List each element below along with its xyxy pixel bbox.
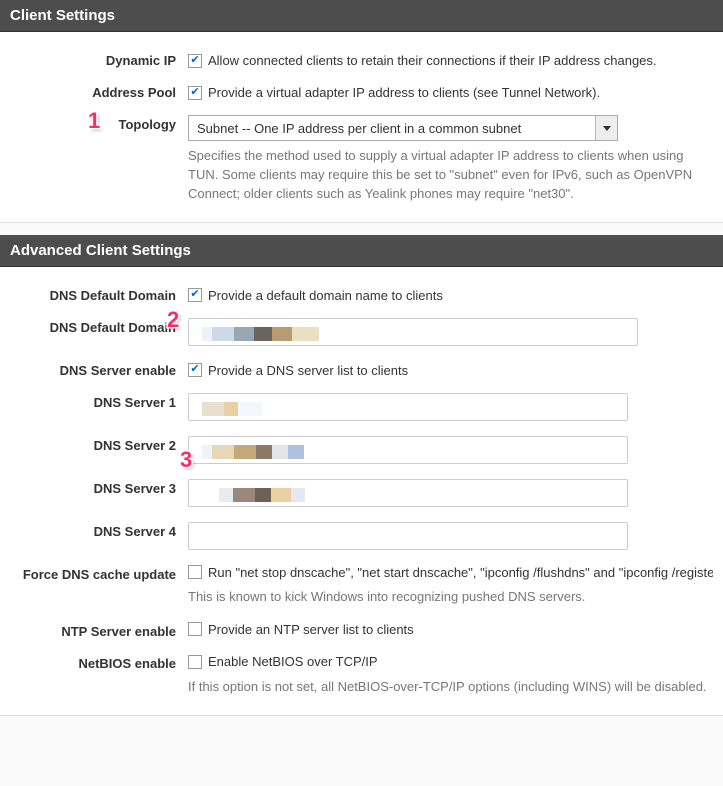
address-pool-checkbox[interactable] bbox=[188, 86, 202, 100]
dns-server-3-row: DNS Server 3 bbox=[0, 470, 723, 513]
dns-server-1-label: DNS Server 1 bbox=[0, 390, 188, 410]
redacted-value bbox=[202, 402, 262, 416]
dns-default-domain-enable-checkbox[interactable] bbox=[188, 288, 202, 302]
dns-server-enable-checkbox-label: Provide a DNS server list to clients bbox=[208, 363, 408, 378]
netbios-enable-checkbox-label: Enable NetBIOS over TCP/IP bbox=[208, 654, 378, 669]
redacted-value bbox=[202, 327, 319, 341]
force-dns-cache-row: Force DNS cache update Run "net stop dns… bbox=[0, 556, 723, 613]
advanced-settings-header: Advanced Client Settings bbox=[0, 235, 723, 267]
dns-default-domain-enable-row: DNS Default Domain Provide a default dom… bbox=[0, 277, 723, 309]
dns-server-enable-label: DNS Server enable bbox=[0, 358, 188, 378]
dns-default-domain-enable-checkbox-label: Provide a default domain name to clients bbox=[208, 288, 443, 303]
ntp-enable-label: NTP Server enable bbox=[0, 619, 188, 639]
address-pool-checkbox-label: Provide a virtual adapter IP address to … bbox=[208, 85, 600, 100]
dns-default-domain-enable-label: DNS Default Domain bbox=[0, 283, 188, 303]
force-dns-cache-checkbox[interactable] bbox=[188, 565, 202, 579]
ntp-enable-checkbox-label: Provide an NTP server list to clients bbox=[208, 622, 414, 637]
dns-default-domain-row: 2 DNS Default Domain bbox=[0, 309, 723, 352]
netbios-enable-help: If this option is not set, all NetBIOS-o… bbox=[188, 678, 713, 697]
netbios-enable-row: NetBIOS enable Enable NetBIOS over TCP/I… bbox=[0, 645, 723, 702]
dns-default-domain-input[interactable] bbox=[188, 318, 638, 346]
client-settings-header: Client Settings bbox=[0, 0, 723, 32]
dynamic-ip-row: Dynamic IP Allow connected clients to re… bbox=[0, 42, 723, 74]
redacted-value bbox=[219, 488, 305, 502]
dynamic-ip-label: Dynamic IP bbox=[0, 48, 188, 68]
dns-server-1-row: DNS Server 1 bbox=[0, 384, 723, 427]
dns-server-2-input[interactable] bbox=[188, 436, 628, 464]
dns-server-4-input[interactable] bbox=[188, 522, 628, 550]
dns-server-2-label: DNS Server 2 bbox=[0, 433, 188, 453]
force-dns-cache-label: Force DNS cache update bbox=[0, 562, 188, 582]
force-dns-cache-help: This is known to kick Windows into recog… bbox=[188, 588, 713, 607]
dns-server-enable-checkbox[interactable] bbox=[188, 363, 202, 377]
advanced-settings-panel: DNS Default Domain Provide a default dom… bbox=[0, 267, 723, 716]
ntp-enable-row: NTP Server enable Provide an NTP server … bbox=[0, 613, 723, 646]
dns-server-3-label: DNS Server 3 bbox=[0, 476, 188, 496]
topology-select[interactable]: Subnet -- One IP address per client in a… bbox=[188, 115, 618, 141]
dynamic-ip-checkbox-label: Allow connected clients to retain their … bbox=[208, 53, 657, 68]
topology-help: Specifies the method used to supply a vi… bbox=[188, 147, 713, 204]
redacted-value bbox=[202, 445, 304, 459]
address-pool-label: Address Pool bbox=[0, 80, 188, 100]
topology-row: 1 Topology Subnet -- One IP address per … bbox=[0, 106, 723, 210]
dns-server-4-label: DNS Server 4 bbox=[0, 519, 188, 539]
dynamic-ip-checkbox[interactable] bbox=[188, 54, 202, 68]
netbios-enable-label: NetBIOS enable bbox=[0, 651, 188, 671]
force-dns-cache-checkbox-label: Run "net stop dnscache", "net start dnsc… bbox=[208, 565, 713, 580]
dns-server-3-input[interactable] bbox=[188, 479, 628, 507]
dns-server-2-row: DNS Server 2 3 bbox=[0, 427, 723, 470]
client-settings-panel: Dynamic IP Allow connected clients to re… bbox=[0, 32, 723, 223]
dns-server-enable-row: DNS Server enable Provide a DNS server l… bbox=[0, 352, 723, 384]
topology-label: Topology bbox=[0, 112, 188, 132]
dns-server-4-row: DNS Server 4 bbox=[0, 513, 723, 556]
netbios-enable-checkbox[interactable] bbox=[188, 655, 202, 669]
dns-default-domain-label: DNS Default Domain bbox=[0, 315, 188, 335]
dns-server-1-input[interactable] bbox=[188, 393, 628, 421]
address-pool-row: Address Pool Provide a virtual adapter I… bbox=[0, 74, 723, 106]
ntp-enable-checkbox[interactable] bbox=[188, 622, 202, 636]
